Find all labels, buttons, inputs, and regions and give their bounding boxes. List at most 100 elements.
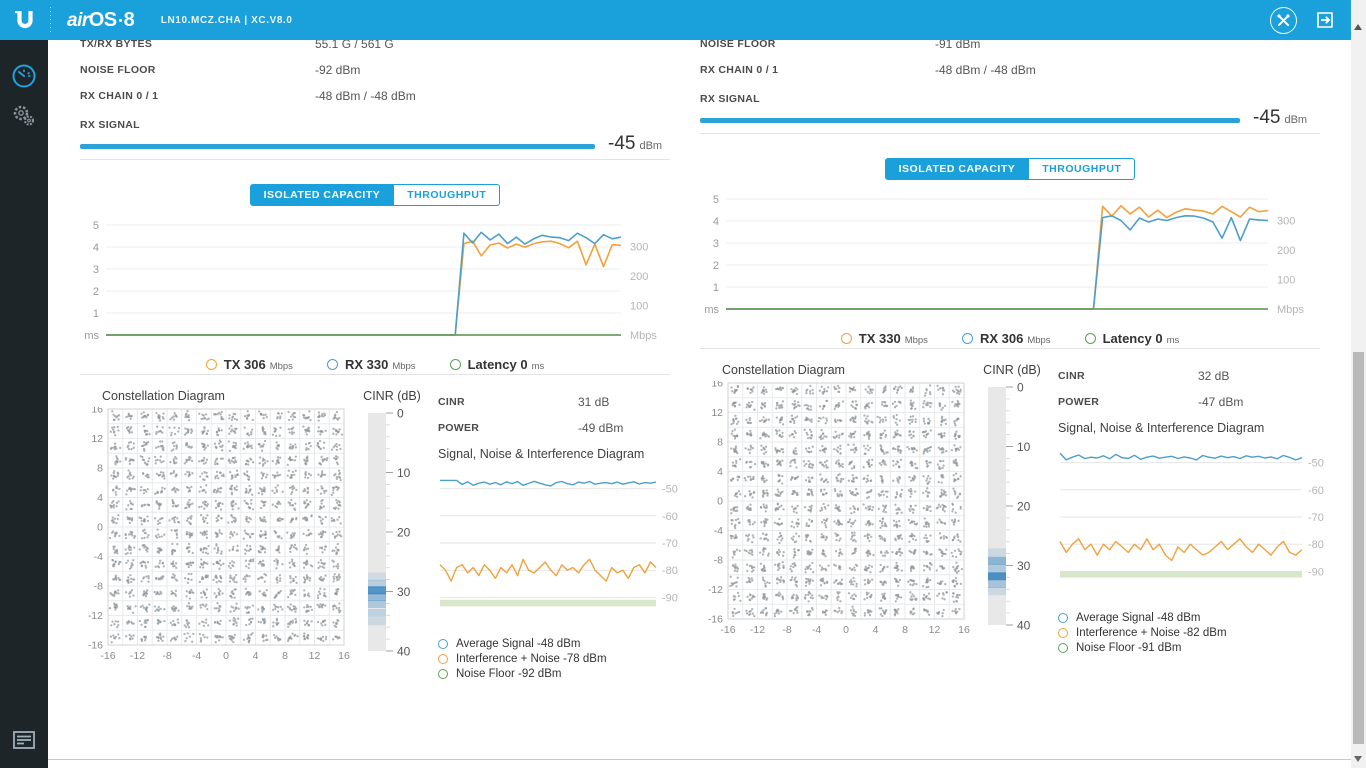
signal-info-block: CINR 31 dB POWER -49 dBm Signal, Noise &… [438,389,690,681]
svg-text:100: 100 [1277,275,1295,287]
capacity-chart: 1 2 3 4 5 ms 100 200 300 Mbps [84,220,657,342]
rx-signal-label: RX SIGNAL [80,119,140,131]
svg-text:0: 0 [843,624,849,636]
snr-diagram: -50 -60 -70 -80 -90 [439,479,678,607]
svg-text:-4: -4 [812,624,821,636]
sidebar-item-dashboard[interactable] [0,56,48,96]
vertical-scrollbar[interactable] [1351,0,1366,768]
legend-item-latency[interactable]: Latency 0 ms [1084,331,1179,346]
rx-swatch-icon [961,332,973,344]
logout-button[interactable] [1315,10,1335,30]
tools-button[interactable] [1270,6,1297,34]
tx-swatch-icon [840,332,852,344]
svg-text:-60: -60 [662,511,678,523]
divider [80,374,670,375]
svg-text:1: 1 [93,308,99,320]
snr-legend-noise-floor[interactable]: Noise Floor -92 dBm [438,666,690,681]
svg-text:-80: -80 [1308,539,1324,551]
svg-text:8: 8 [282,650,288,662]
console-log-icon [13,731,35,749]
svg-text:0: 0 [223,650,229,662]
divider [700,348,1320,349]
legend-item-latency[interactable]: Latency 0 ms [449,357,544,372]
svg-text:-90: -90 [1308,566,1324,578]
power-row: POWER -49 dBm [438,421,624,435]
airos-logo: air OS 8 [67,9,135,32]
snr-legend-average-signal[interactable]: Average Signal -48 dBm [1058,610,1336,625]
constellation-title: Constellation Diagram [102,389,225,403]
svg-text:5: 5 [93,220,99,232]
svg-text:-16: -16 [720,624,735,636]
svg-text:16: 16 [91,407,103,416]
rx-signal-bar [700,118,1240,123]
svg-text:4: 4 [253,650,259,662]
svg-text:-70: -70 [662,538,678,550]
sidebar-item-console-log[interactable] [0,720,48,760]
scroll-up-arrow-icon[interactable] [1354,24,1362,30]
tab-isolated-capacity[interactable]: ISOLATED CAPACITY [884,158,1030,180]
svg-text:20: 20 [1017,500,1031,514]
legend-item-rx[interactable]: RX 306 Mbps [961,331,1051,346]
capacity-legend: TX 306 Mbps RX 330 Mbps Latency 0 ms [80,354,670,374]
scrollbar-thumb[interactable] [1353,352,1364,744]
constellation-diagram: -16-12-8-40481216-16 -12 -8 -4 0 4 8 12 16 [708,378,970,637]
svg-text:300: 300 [630,242,648,254]
device-name: LN10.MCZ.CHA | XC.V8.0 [160,14,293,26]
svg-text:16: 16 [338,650,350,662]
rx-signal-value: -45 dBm [1253,107,1308,128]
cinr-gauge-title: CINR (dB) [983,363,1041,377]
svg-text:100: 100 [630,301,648,313]
snr-legend-interference[interactable]: Interference + Noise -78 dBm [438,651,690,666]
bottom-divider [48,759,1351,760]
snr-legend: Average Signal -48 dBm Interference + No… [438,636,690,681]
svg-text:-50: -50 [1308,458,1324,470]
stat-row-noise-floor: NOISE FLOOR -92 dBm [80,57,670,83]
rx-swatch-icon [326,358,338,370]
snr-legend-noise-floor[interactable]: Noise Floor -91 dBm [1058,640,1336,655]
ubiquiti-logo-icon[interactable] [0,6,48,34]
cinr-row: CINR 31 dB [438,395,610,409]
snr-legend: Average Signal -48 dBm Interference + No… [1058,610,1336,655]
tab-throughput[interactable]: THROUGHPUT [1029,158,1136,180]
snr-legend-average-signal[interactable]: Average Signal -48 dBm [438,636,690,651]
latency-swatch-icon [449,358,461,370]
cinr-gauge: 0 10 20 30 40 [368,407,411,659]
signal-info-block: CINR 32 dB POWER -47 dBm Signal, Noise &… [1058,363,1336,655]
airos-logo-air: air [67,9,89,31]
svg-text:1: 1 [713,282,719,294]
svg-text:ms: ms [84,330,99,342]
svg-text:-4: -4 [192,650,201,662]
dashboard-gauge-icon [12,64,36,88]
latency-swatch-icon [1084,332,1096,344]
legend-item-tx[interactable]: TX 306 Mbps [205,357,293,372]
svg-text:-4: -4 [714,525,723,537]
svg-text:Mbps: Mbps [630,330,657,342]
svg-text:-80: -80 [662,565,678,577]
svg-text:12: 12 [711,407,723,419]
svg-text:0: 0 [397,407,404,421]
sidebar-item-settings[interactable] [0,96,48,136]
svg-text:-12: -12 [88,610,103,622]
airos-logo-version: 8 [123,8,135,31]
tab-throughput[interactable]: THROUGHPUT [394,184,501,206]
svg-text:40: 40 [397,645,411,659]
noise-floor-swatch-icon [1058,642,1068,653]
svg-text:2: 2 [93,286,99,298]
snr-diagram: -50 -60 -70 -80 -90 [1059,452,1324,578]
svg-text:Mbps: Mbps [1277,304,1304,316]
tab-isolated-capacity[interactable]: ISOLATED CAPACITY [249,184,395,206]
scroll-down-arrow-icon[interactable] [1354,756,1362,762]
stat-row-rx-chain: RX CHAIN 0 / 1 -48 dBm / -48 dBm [700,57,1320,83]
stat-label: RX CHAIN 0 / 1 [700,64,779,76]
cinr-gauge-block: CINR (dB) 0 10 20 30 40 [980,363,1044,655]
device-panel-remote: NOISE FLOOR -91 dBm RX CHAIN 0 / 1 -48 d… [700,31,1324,681]
legend-item-tx[interactable]: TX 330 Mbps [840,331,928,346]
legend-item-rx[interactable]: RX 330 Mbps [326,357,416,372]
constellation-block: Constellation Diagram -16 -12 -8 -4 0 4 8 12 16 -… [80,389,352,681]
stat-row-rx-chain: RX CHAIN 0 / 1 -48 dBm / -48 dBm [80,83,670,109]
svg-text:-60: -60 [1308,485,1324,497]
svg-text:12: 12 [929,624,941,636]
svg-text:-8: -8 [162,650,171,662]
cinr-gauge-title: CINR (dB) [363,389,421,403]
snr-legend-interference[interactable]: Interference + Noise -82 dBm [1058,625,1336,640]
